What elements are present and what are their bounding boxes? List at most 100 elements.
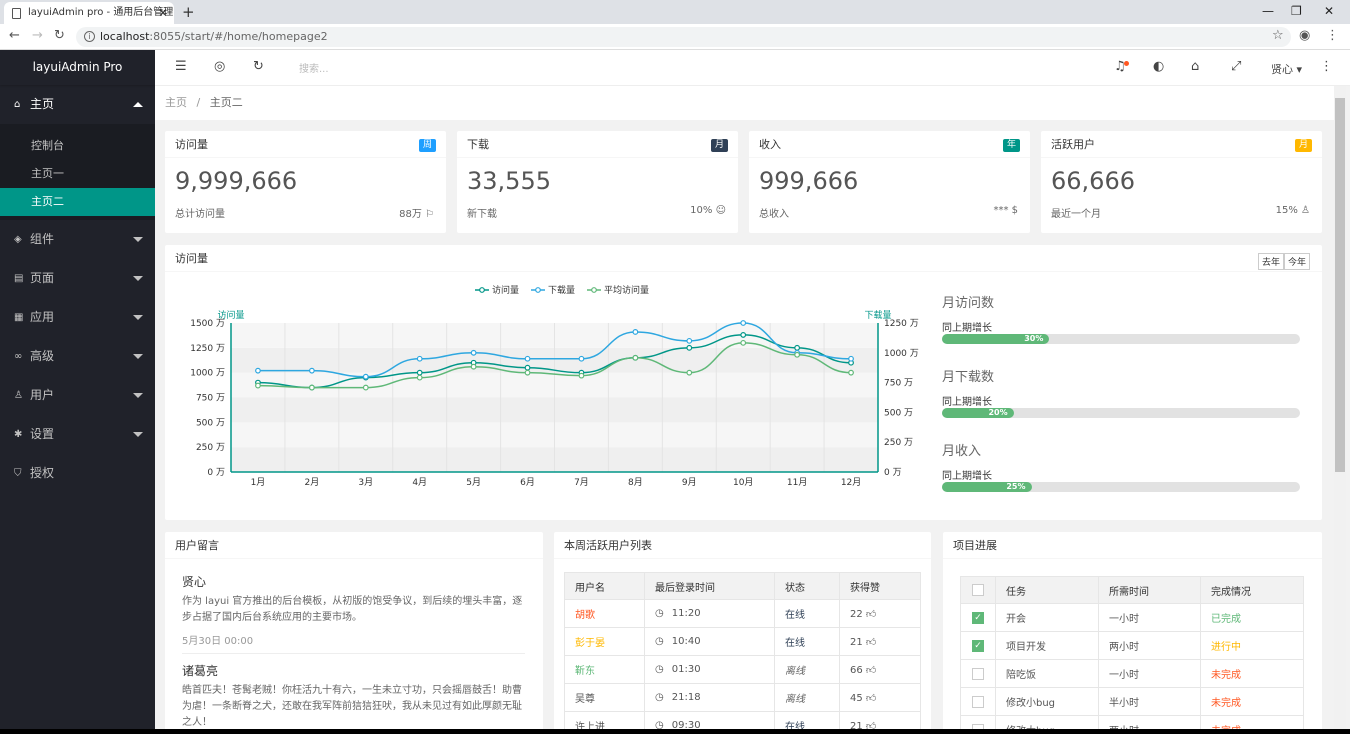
user-name[interactable]: 彭于晏 — [564, 627, 645, 656]
likes: 21 👍︎ — [839, 627, 921, 656]
sidebar-item-senior[interactable]: ∞ 高级 — [0, 337, 155, 376]
period-badge: 月 — [710, 139, 728, 152]
tag-icon[interactable]: ⌂ — [1191, 59, 1199, 74]
thumbs-up-icon[interactable]: 👍︎ — [866, 665, 876, 676]
page-icon — [12, 8, 21, 19]
likes-value: 45 — [850, 692, 863, 704]
shrink-menu-icon[interactable]: ☰ — [175, 59, 187, 74]
flag-icon: ⚐ — [425, 209, 434, 220]
chevron-up-icon — [133, 102, 143, 107]
data-point — [848, 355, 854, 362]
active-users-table: 用户名 最后登录时间 状态 获得赞 胡歌 ◷ 11:20 在线 22 👍︎ 彭于晏 ◷ 10:… — [564, 572, 921, 734]
chevron-down-icon — [133, 354, 143, 359]
chevron-down-icon — [133, 237, 143, 242]
chevron-down-icon — [133, 276, 143, 281]
legend-label: 访问量 — [492, 284, 519, 296]
thumbs-up-icon[interactable]: 👍︎ — [866, 609, 876, 620]
logo[interactable]: layuiAdmin Pro — [0, 50, 155, 85]
data-point — [578, 355, 585, 362]
website-icon[interactable]: ◎ — [214, 59, 225, 74]
progress-bar-downloads: 20% — [942, 408, 1300, 418]
thumbs-up-icon[interactable]: 👍︎ — [866, 693, 876, 704]
message-author: 贤心 — [182, 575, 207, 589]
url-field[interactable]: i localhost:8055/start/#/home/homepage2 — [76, 27, 1291, 47]
sidebar-item-home[interactable]: ⌂ 主页 — [0, 85, 155, 124]
period-badge: 周 — [418, 139, 436, 152]
table-row: 彭于晏 ◷ 10:40 在线 21 👍︎ — [564, 627, 921, 656]
table-row: ✓ 开会 一小时 已完成 — [960, 603, 1304, 632]
theme-icon[interactable]: ◐ — [1153, 59, 1164, 74]
card-title: 访问量 — [165, 131, 446, 158]
refresh-icon[interactable]: ↻ — [253, 59, 264, 74]
maximize-icon[interactable]: ❐ — [1291, 2, 1302, 20]
task-status: 未完成 — [1200, 687, 1304, 716]
task-status: 进行中 — [1200, 631, 1304, 660]
back-icon[interactable]: ← — [9, 28, 20, 43]
sidebar-item-auth[interactable]: ⛉ 授权 — [0, 454, 155, 493]
info-icon[interactable]: i — [84, 31, 95, 42]
this-year-button[interactable]: 今年 — [1283, 253, 1310, 270]
page-scrollbar[interactable] — [1334, 86, 1346, 734]
sidebar-subitem-console[interactable]: 控制台 — [0, 132, 155, 160]
more-icon[interactable]: ⋮ — [1320, 59, 1333, 74]
stat-extra: *** — [993, 205, 1009, 216]
forward-icon[interactable]: → — [32, 28, 43, 43]
cube-icon: ◈ — [14, 234, 22, 245]
chevron-down-icon — [133, 393, 143, 398]
row-checkbox[interactable]: ✓ — [960, 631, 996, 660]
close-window-icon[interactable]: ✕ — [1324, 2, 1334, 20]
status-text: 离线 — [774, 683, 840, 712]
x-tick-label: 11月 — [787, 477, 807, 488]
new-tab-button[interactable]: + — [182, 2, 195, 22]
column-header: 完成情况 — [1200, 576, 1304, 604]
message-text: 皓首匹夫！苍髯老贼！你枉活九十有六，一生未立寸功，只会摇唇鼓舌！助曹为虐！一条断… — [182, 685, 522, 728]
visits-panel: 访问量 去年 今年 0 万 250 万 500 万 750 万 1000 万 1250 万 1… — [165, 245, 1322, 520]
sidebar-subitem-home1[interactable]: 主页一 — [0, 160, 155, 188]
task-time: 两小时 — [1098, 631, 1201, 660]
thumbs-up-icon[interactable]: 👍︎ — [866, 637, 876, 648]
breadcrumb-home[interactable]: 主页 — [165, 96, 187, 109]
select-all-checkbox[interactable] — [960, 576, 996, 604]
user-name[interactable]: 胡歌 — [564, 599, 645, 628]
user-name[interactable]: 靳东 — [564, 655, 645, 684]
sidebar-item-label: 应用 — [30, 310, 55, 324]
stat-card-active-users: 活跃用户 月 66,666 最近一个月 15% ♙ — [1041, 131, 1322, 233]
user-name[interactable]: 吴尊 — [564, 683, 645, 712]
y-tick-label: 0 万 — [207, 468, 225, 478]
smile-icon: ☺ — [715, 205, 726, 216]
task-time: 一小时 — [1098, 659, 1201, 688]
search-input[interactable]: 搜索... — [299, 60, 329, 75]
row-checkbox[interactable] — [960, 659, 996, 688]
bookmark-star-icon[interactable]: ☆ — [1272, 28, 1284, 43]
x-tick-label: 7月 — [574, 477, 589, 488]
progress-label: 20% — [988, 408, 1008, 417]
fullscreen-icon[interactable]: ⤢ — [1231, 59, 1241, 74]
tab-title: layuiAdmin pro - 通用后台管理 — [28, 7, 174, 18]
close-tab-icon[interactable]: ✕ — [158, 2, 168, 24]
projects-table: 任务 所需时间 完成情况 ✓ 开会 一小时 已完成 ✓ 项目开发 两小时 进行中 陪吃饭 一小时未… — [960, 576, 1304, 734]
stat-value: 999,666 — [759, 167, 859, 195]
sidebar-item-apps[interactable]: ▦ 应用 — [0, 298, 155, 337]
legend-label: 平均访问量 — [604, 284, 649, 296]
user-icon: ♙ — [14, 390, 23, 401]
minimize-icon[interactable]: — — [1262, 2, 1274, 20]
row-checkbox[interactable]: ✓ — [960, 603, 996, 632]
sidebar-item-pages[interactable]: ▤ 页面 — [0, 259, 155, 298]
sidebar-item-components[interactable]: ◈ 组件 — [0, 220, 155, 259]
active-users-card: 本周活跃用户列表 用户名 最后登录时间 状态 获得赞 胡歌 ◷ 11:20 在线 22 … — [554, 532, 931, 734]
reload-icon[interactable]: ↻ — [54, 28, 65, 43]
last-year-button[interactable]: 去年 — [1257, 253, 1284, 270]
sidebar-item-users[interactable]: ♙ 用户 — [0, 376, 155, 415]
projects-card: 项目进展 任务 所需时间 完成情况 ✓ 开会 一小时 已完成 ✓ 项目开发 两小时 进行中 陪吃… — [943, 532, 1322, 734]
sidebar-item-settings[interactable]: ✱ 设置 — [0, 415, 155, 454]
sidebar-subitem-home2[interactable]: 主页二 — [0, 188, 155, 216]
x-tick-label: 4月 — [412, 477, 427, 488]
y-axis-title-right: 下载量 — [864, 309, 891, 321]
profile-icon[interactable]: ◉ — [1299, 28, 1310, 43]
user-menu[interactable]: 贤心 ▾ — [1271, 61, 1302, 77]
row-checkbox[interactable] — [960, 687, 996, 716]
user-icon: ♙ — [1301, 205, 1310, 216]
browser-menu-icon[interactable]: ⋮ — [1326, 28, 1339, 43]
browser-tab[interactable]: layuiAdmin pro - 通用后台管理 ✕ — [4, 2, 174, 24]
message-text: 作为 layui 官方推出的后台模板，从初版的饱受争议，到后续的埋头丰富，逐步占… — [182, 596, 523, 623]
